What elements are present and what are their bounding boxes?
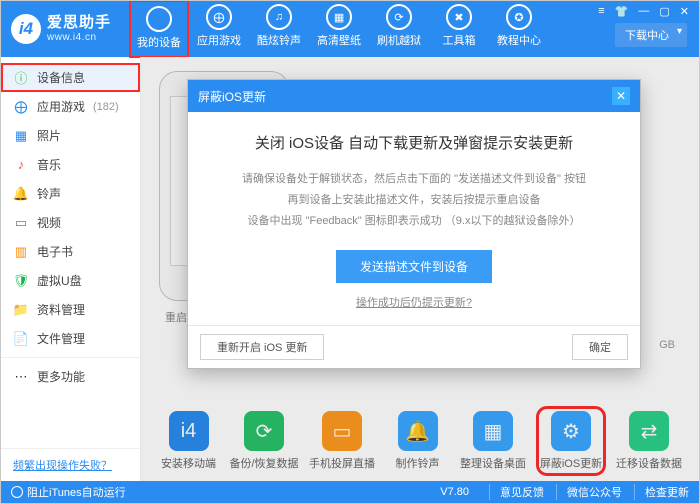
sidebar-item-label: 照片 bbox=[37, 127, 61, 144]
sidebar-item-ebooks[interactable]: ▥ 电子书 bbox=[1, 237, 140, 266]
sidebar-item-label: 电子书 bbox=[37, 243, 73, 260]
titlebar: i4 爱思助手 www.i4.cn 我的设备 ⨁ 应用游戏 ♫ 酷炫铃声 ▦ 高清壁纸 ⟳ 刷机… bbox=[1, 1, 699, 57]
toolbox-icon: ✖ bbox=[446, 4, 472, 30]
virtual-udisk-icon: 🛡 bbox=[13, 273, 29, 289]
dialog-desc-line1: 请确保设备处于解锁状态，然后点击下面的 "发送描述文件到设备" 按钮 bbox=[216, 169, 612, 190]
sidebar-item-label: 应用游戏 bbox=[37, 98, 85, 115]
device-info-icon: ⓘ bbox=[13, 70, 29, 86]
more-icon: ⋯ bbox=[13, 369, 29, 385]
nav-tab-label: 高清壁纸 bbox=[317, 32, 361, 48]
brand-logo-icon: i4 bbox=[11, 14, 41, 44]
nav-tab-jailbreak[interactable]: ⟳ 刷机越狱 bbox=[369, 0, 429, 58]
sidebar-item-virtual-udisk[interactable]: 🛡 虚拟U盘 bbox=[1, 266, 140, 295]
videos-icon: ▭ bbox=[13, 215, 29, 231]
file-manage-icon: 📄 bbox=[13, 331, 29, 347]
nav-tab-label: 应用游戏 bbox=[197, 32, 241, 48]
dialog-desc-line2: 再到设备上安装此描述文件，安装后按提示重启设备 bbox=[216, 190, 612, 211]
status-check-update[interactable]: 检查更新 bbox=[634, 484, 689, 500]
dialog-help-link[interactable]: 操作成功后仍提示更新? bbox=[356, 297, 472, 309]
ringtones-icon: 🔔 bbox=[13, 186, 29, 202]
status-wechat[interactable]: 微信公众号 bbox=[556, 484, 622, 500]
sidebar-item-label: 更多功能 bbox=[37, 368, 85, 385]
my-device-icon bbox=[146, 6, 172, 32]
nav-tab-label: 工具箱 bbox=[443, 32, 476, 48]
nav-tab-label: 刷机越狱 bbox=[377, 32, 421, 48]
block-ios-update-dialog: 屏蔽iOS更新 ✕ 关闭 iOS设备 自动下载更新及弹窗提示安装更新 请确保设备… bbox=[187, 79, 641, 369]
dialog-desc-line3: 设备中出现 "Feedback" 图标即表示成功 （9.x以下的越狱设备除外） bbox=[216, 211, 612, 232]
dialog-header: 屏蔽iOS更新 ✕ bbox=[188, 80, 640, 112]
sidebar-item-more[interactable]: ⋯ 更多功能 bbox=[1, 362, 140, 391]
nav-tab-label: 教程中心 bbox=[497, 32, 541, 48]
status-dot-icon bbox=[11, 486, 23, 498]
dialog-close-button[interactable]: ✕ bbox=[612, 87, 630, 105]
nav-tab-my-device[interactable]: 我的设备 bbox=[129, 0, 189, 58]
sidebar-item-ringtones[interactable]: 🔔 铃声 bbox=[1, 179, 140, 208]
reopen-ios-update-button[interactable]: 重新开启 iOS 更新 bbox=[200, 334, 324, 360]
sidebar: ⓘ 设备信息 ⨁ 应用游戏 (182) ▦ 照片 ♪ 音乐 🔔 铃声 ▭ 视频 ▥ 电子书 🛡 虚拟U盘 📁 资料… bbox=[1, 57, 141, 481]
sidebar-item-videos[interactable]: ▭ 视频 bbox=[1, 208, 140, 237]
wallpapers-icon: ▦ bbox=[326, 4, 352, 30]
sidebar-item-label: 音乐 bbox=[37, 156, 61, 173]
brand: i4 爱思助手 www.i4.cn bbox=[11, 14, 111, 44]
nav-tab-app-games[interactable]: ⨁ 应用游戏 bbox=[189, 0, 249, 58]
nav-tab-toolbox[interactable]: ✖ 工具箱 bbox=[429, 0, 489, 58]
sidebar-faq-link[interactable]: 频繁出现操作失败？ bbox=[1, 448, 140, 481]
menu-icon[interactable]: ≡ bbox=[598, 5, 604, 18]
nav-tab-ringtones[interactable]: ♫ 酷炫铃声 bbox=[249, 0, 309, 58]
window-controls: ≡ 👕 — ▢ ✕ bbox=[598, 5, 689, 18]
status-itunes-block[interactable]: 阻止iTunes自动运行 bbox=[27, 487, 126, 499]
nav-tabs: 我的设备 ⨁ 应用游戏 ♫ 酷炫铃声 ▦ 高清壁纸 ⟳ 刷机越狱 ✖ 工具箱 ✪ 教程中心 bbox=[129, 0, 549, 58]
brand-url: www.i4.cn bbox=[47, 32, 111, 43]
brand-title: 爱思助手 bbox=[47, 15, 111, 32]
nav-tab-wallpapers[interactable]: ▦ 高清壁纸 bbox=[309, 0, 369, 58]
sidebar-item-label: 资料管理 bbox=[37, 301, 85, 318]
content-area: ⓘ 设备信息 ⨁ 应用游戏 (182) ▦ 照片 ♪ 音乐 🔔 铃声 ▭ 视频 ▥ 电子书 🛡 虚拟U盘 📁 资料… bbox=[1, 57, 699, 481]
jailbreak-icon: ⟳ bbox=[386, 4, 412, 30]
sidebar-item-music[interactable]: ♪ 音乐 bbox=[1, 150, 140, 179]
status-feedback[interactable]: 意见反馈 bbox=[489, 484, 544, 500]
app-window: i4 爱思助手 www.i4.cn 我的设备 ⨁ 应用游戏 ♫ 酷炫铃声 ▦ 高清壁纸 ⟳ 刷机… bbox=[0, 0, 700, 504]
nav-tab-label: 酷炫铃声 bbox=[257, 32, 301, 48]
data-manage-icon: 📁 bbox=[13, 302, 29, 318]
ringtones-icon: ♫ bbox=[266, 4, 292, 30]
status-version: V7.80 bbox=[440, 486, 469, 498]
maximize-button[interactable]: ▢ bbox=[659, 5, 669, 18]
main-panel: GB 重启关机刷新 系统应用照片其它U盘其他 i4安装移动端⟳备份/恢复数据▭手… bbox=[141, 57, 699, 481]
send-profile-button[interactable]: 发送描述文件到设备 bbox=[336, 250, 492, 283]
sidebar-item-label: 设备信息 bbox=[37, 69, 85, 86]
download-center-button[interactable]: 下载中心 bbox=[615, 23, 687, 47]
app-games-icon: ⨁ bbox=[206, 4, 232, 30]
close-button[interactable]: ✕ bbox=[680, 5, 689, 18]
sidebar-item-data-manage[interactable]: 📁 资料管理 bbox=[1, 295, 140, 324]
ebooks-icon: ▥ bbox=[13, 244, 29, 260]
nav-tab-label: 我的设备 bbox=[137, 34, 181, 50]
nav-tab-tutorial[interactable]: ✪ 教程中心 bbox=[489, 0, 549, 58]
sidebar-item-count: (182) bbox=[93, 101, 119, 113]
sidebar-item-photos[interactable]: ▦ 照片 bbox=[1, 121, 140, 150]
status-bar: 阻止iTunes自动运行 V7.80 意见反馈 微信公众号 检查更新 bbox=[1, 481, 699, 503]
sidebar-item-device-info[interactable]: ⓘ 设备信息 bbox=[1, 63, 140, 92]
skin-icon[interactable]: 👕 bbox=[615, 5, 629, 18]
sidebar-item-label: 文件管理 bbox=[37, 330, 85, 347]
tutorial-icon: ✪ bbox=[506, 4, 532, 30]
photos-icon: ▦ bbox=[13, 128, 29, 144]
music-icon: ♪ bbox=[13, 157, 29, 173]
minimize-button[interactable]: — bbox=[638, 5, 649, 18]
dialog-title-small: 屏蔽iOS更新 bbox=[198, 88, 266, 105]
sidebar-item-label: 虚拟U盘 bbox=[37, 272, 82, 289]
ok-button[interactable]: 确定 bbox=[572, 334, 628, 360]
sidebar-item-file-manage[interactable]: 📄 文件管理 bbox=[1, 324, 140, 353]
sidebar-item-label: 铃声 bbox=[37, 185, 61, 202]
apps-icon: ⨁ bbox=[13, 99, 29, 115]
sidebar-item-apps[interactable]: ⨁ 应用游戏 (182) bbox=[1, 92, 140, 121]
dialog-heading: 关闭 iOS设备 自动下载更新及弹窗提示安装更新 bbox=[216, 132, 612, 153]
sidebar-item-label: 视频 bbox=[37, 214, 61, 231]
